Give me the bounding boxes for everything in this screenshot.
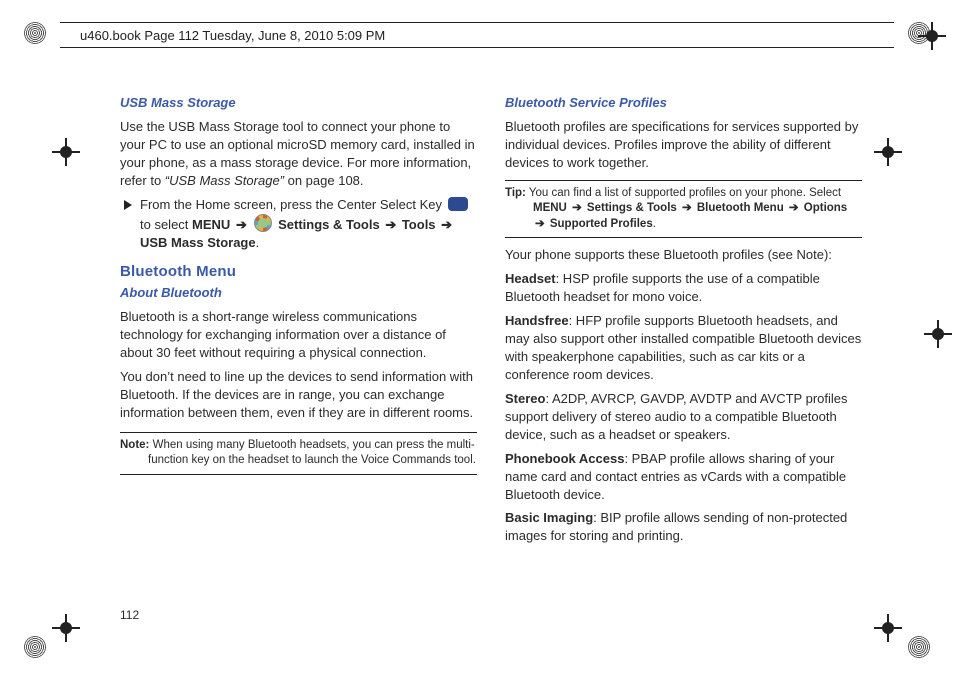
heading-bt-profiles: Bluetooth Service Profiles — [505, 94, 862, 112]
step-row: From the Home screen, press the Center S… — [124, 196, 477, 252]
tip-options: Options — [804, 202, 847, 214]
usb-paragraph: Use the USB Mass Storage tool to connect… — [120, 118, 477, 190]
profiles-para-1: Bluetooth profiles are specifications fo… — [505, 118, 862, 172]
period: . — [653, 218, 656, 230]
left-column: USB Mass Storage Use the USB Mass Storag… — [120, 94, 477, 606]
note-text: When using many Bluetooth headsets, you … — [148, 439, 476, 467]
tip-menu: MENU — [533, 202, 567, 214]
label-usb-mass-storage: USB Mass Storage — [140, 235, 256, 250]
page-header-text: u460.book Page 112 Tuesday, June 8, 2010… — [80, 28, 385, 43]
step-a: From the Home screen, press the Center S… — [140, 197, 446, 212]
page-header-bar: u460.book Page 112 Tuesday, June 8, 2010… — [60, 22, 894, 48]
content-area: USB Mass Storage Use the USB Mass Storag… — [120, 94, 862, 606]
note-label: Note: — [120, 439, 149, 451]
step-b: to select — [140, 217, 192, 232]
supports-para: Your phone supports these Bluetooth prof… — [505, 246, 862, 264]
arrow-icon: ➔ — [385, 217, 396, 232]
center-select-key-icon — [448, 197, 468, 211]
label-settings-tools: Settings & Tools — [278, 217, 383, 232]
profile-headset-label: Headset — [505, 271, 556, 286]
note-block: Note: When using many Bluetooth headsets… — [120, 432, 477, 475]
profile-stereo-text: : A2DP, AVRCP, GAVDP, AVDTP and AVCTP pr… — [505, 391, 848, 442]
registration-mark-tr — [874, 138, 902, 166]
profile-handsfree: Handsfree: HFP profile supports Bluetoot… — [505, 312, 862, 384]
triangle-bullet-icon — [124, 200, 132, 210]
heading-bluetooth-menu: Bluetooth Menu — [120, 262, 477, 283]
label-tools: Tools — [398, 217, 439, 232]
arrow-icon: ➔ — [572, 202, 582, 214]
corner-ornament-tl — [24, 22, 46, 44]
arrow-icon: ➔ — [535, 218, 545, 230]
registration-mark-bl — [52, 614, 80, 642]
label-menu: MENU — [192, 217, 230, 232]
profile-basic-imaging: Basic Imaging: BIP profile allows sendin… — [505, 509, 862, 545]
tip-a: You can find a list of supported profile… — [526, 187, 841, 199]
arrow-icon: ➔ — [789, 202, 799, 214]
tip-block: Tip: You can find a list of supported pr… — [505, 180, 862, 239]
color-wheel-icon — [254, 214, 272, 232]
registration-mark-br — [874, 614, 902, 642]
heading-usb-mass-storage: USB Mass Storage — [120, 94, 477, 112]
profile-phonebook-label: Phonebook Access — [505, 451, 624, 466]
arrow-icon: ➔ — [236, 217, 247, 232]
page-number: 112 — [120, 608, 139, 622]
profile-phonebook: Phonebook Access: PBAP profile allows sh… — [505, 450, 862, 504]
arrow-icon: ➔ — [682, 202, 692, 214]
right-column: Bluetooth Service Profiles Bluetooth pro… — [505, 94, 862, 606]
tip-label: Tip: — [505, 187, 526, 199]
registration-mark-tl — [52, 138, 80, 166]
step-text: From the Home screen, press the Center S… — [140, 196, 477, 252]
bt-para-1: Bluetooth is a short-range wireless comm… — [120, 308, 477, 362]
profile-stereo-label: Stereo — [505, 391, 545, 406]
period: . — [256, 235, 260, 250]
usb-para-ital: “USB Mass Storage” — [165, 173, 284, 188]
tip-settings-tools: Settings & Tools — [587, 202, 677, 214]
heading-about-bluetooth: About Bluetooth — [120, 284, 477, 302]
profile-stereo: Stereo: A2DP, AVRCP, GAVDP, AVDTP and AV… — [505, 390, 862, 444]
usb-para-b: on page 108. — [284, 173, 364, 188]
profile-bip-label: Basic Imaging — [505, 510, 593, 525]
manual-page: u460.book Page 112 Tuesday, June 8, 2010… — [0, 0, 954, 682]
profile-handsfree-label: Handsfree — [505, 313, 569, 328]
registration-mark-header — [918, 22, 946, 50]
tip-supported-profiles: Supported Profiles — [550, 218, 653, 230]
corner-ornament-bl — [24, 636, 46, 658]
profile-headset: Headset: HSP profile supports the use of… — [505, 270, 862, 306]
corner-ornament-br — [908, 636, 930, 658]
registration-mark-mr — [924, 320, 952, 348]
bt-para-2: You don’t need to line up the devices to… — [120, 368, 477, 422]
tip-bluetooth-menu: Bluetooth Menu — [697, 202, 784, 214]
arrow-icon: ➔ — [441, 217, 452, 232]
